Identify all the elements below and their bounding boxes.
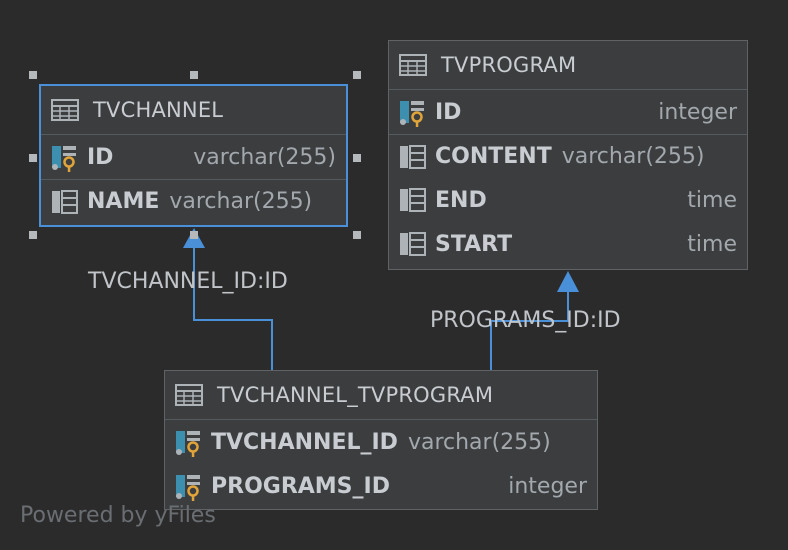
table-title: TVCHANNEL — [93, 98, 224, 122]
table-title: TVPROGRAM — [441, 53, 577, 77]
column-name: CONTENT — [435, 144, 552, 169]
column-type: time — [687, 187, 737, 213]
column-row-end[interactable]: END time — [389, 178, 747, 222]
column-type: varchar(255) — [561, 144, 705, 169]
selection-handle[interactable] — [353, 71, 361, 79]
primary-key-column-icon — [400, 101, 424, 127]
edge-tvchannel-tvprogram-to-tvchannel[interactable] — [183, 228, 273, 370]
column-row-content[interactable]: CONTENT varchar(255) — [389, 134, 747, 178]
column-type: varchar(255) — [169, 189, 313, 214]
column-icon — [400, 232, 426, 256]
table-icon — [175, 384, 203, 406]
column-icon — [400, 144, 426, 169]
yfiles-watermark: Powered by yFiles — [20, 503, 216, 528]
table-icon — [399, 54, 427, 76]
column-row-programs-id[interactable]: PROGRAMS_ID integer — [165, 464, 597, 508]
column-name: TVCHANNEL_ID — [211, 429, 398, 455]
column-row-start[interactable]: START time — [389, 222, 747, 266]
table-tvchannel-tvprogram[interactable]: TVCHANNEL_TVPROGRAM TVCHANNEL_ID varchar… — [164, 370, 598, 510]
column-icon — [52, 189, 78, 214]
primary-foreign-key-column-icon — [176, 431, 200, 457]
table-icon — [51, 99, 79, 121]
table-tvchannel[interactable]: TVCHANNEL ID varchar(255) NAME varchar(2… — [39, 84, 348, 227]
column-name: ID — [87, 144, 114, 170]
column-type: varchar(255) — [193, 144, 336, 170]
selection-handle[interactable] — [29, 154, 37, 162]
column-row-tvchannel-id[interactable]: TVCHANNEL_ID varchar(255) — [165, 420, 597, 464]
column-name: PROGRAMS_ID — [211, 473, 390, 499]
selection-handle[interactable] — [190, 71, 198, 79]
column-row-id[interactable]: ID varchar(255) — [41, 135, 346, 179]
column-row-name[interactable]: NAME varchar(255) — [41, 179, 346, 223]
column-icon — [400, 188, 426, 212]
column-type: time — [687, 231, 737, 257]
column-name: START — [435, 231, 513, 257]
selection-handle[interactable] — [353, 154, 361, 162]
selection-handle[interactable] — [29, 71, 37, 79]
selection-handle[interactable] — [29, 231, 37, 239]
column-type: integer — [658, 99, 737, 125]
column-name: END — [435, 187, 487, 213]
column-name: ID — [435, 99, 462, 125]
edge-label-programs-id[interactable]: PROGRAMS_ID:ID — [430, 308, 621, 333]
column-name: NAME — [87, 189, 160, 214]
table-header[interactable]: TVPROGRAM — [389, 41, 747, 90]
primary-key-column-icon — [52, 146, 76, 172]
table-title: TVCHANNEL_TVPROGRAM — [217, 383, 494, 407]
column-type: varchar(255) — [407, 429, 551, 455]
arrow-head-icon — [557, 271, 579, 292]
table-header[interactable]: TVCHANNEL_TVPROGRAM — [165, 371, 597, 420]
column-type: integer — [508, 473, 587, 499]
table-tvprogram[interactable]: TVPROGRAM ID integer CONTENT varchar(255… — [388, 40, 748, 270]
edge-label-tvchannel-id[interactable]: TVCHANNEL_ID:ID — [88, 269, 288, 294]
column-row-id[interactable]: ID integer — [389, 90, 747, 134]
selection-handle[interactable] — [353, 231, 361, 239]
table-header[interactable]: TVCHANNEL — [41, 86, 346, 135]
primary-foreign-key-column-icon — [176, 475, 200, 501]
selection-handle[interactable] — [190, 231, 198, 239]
